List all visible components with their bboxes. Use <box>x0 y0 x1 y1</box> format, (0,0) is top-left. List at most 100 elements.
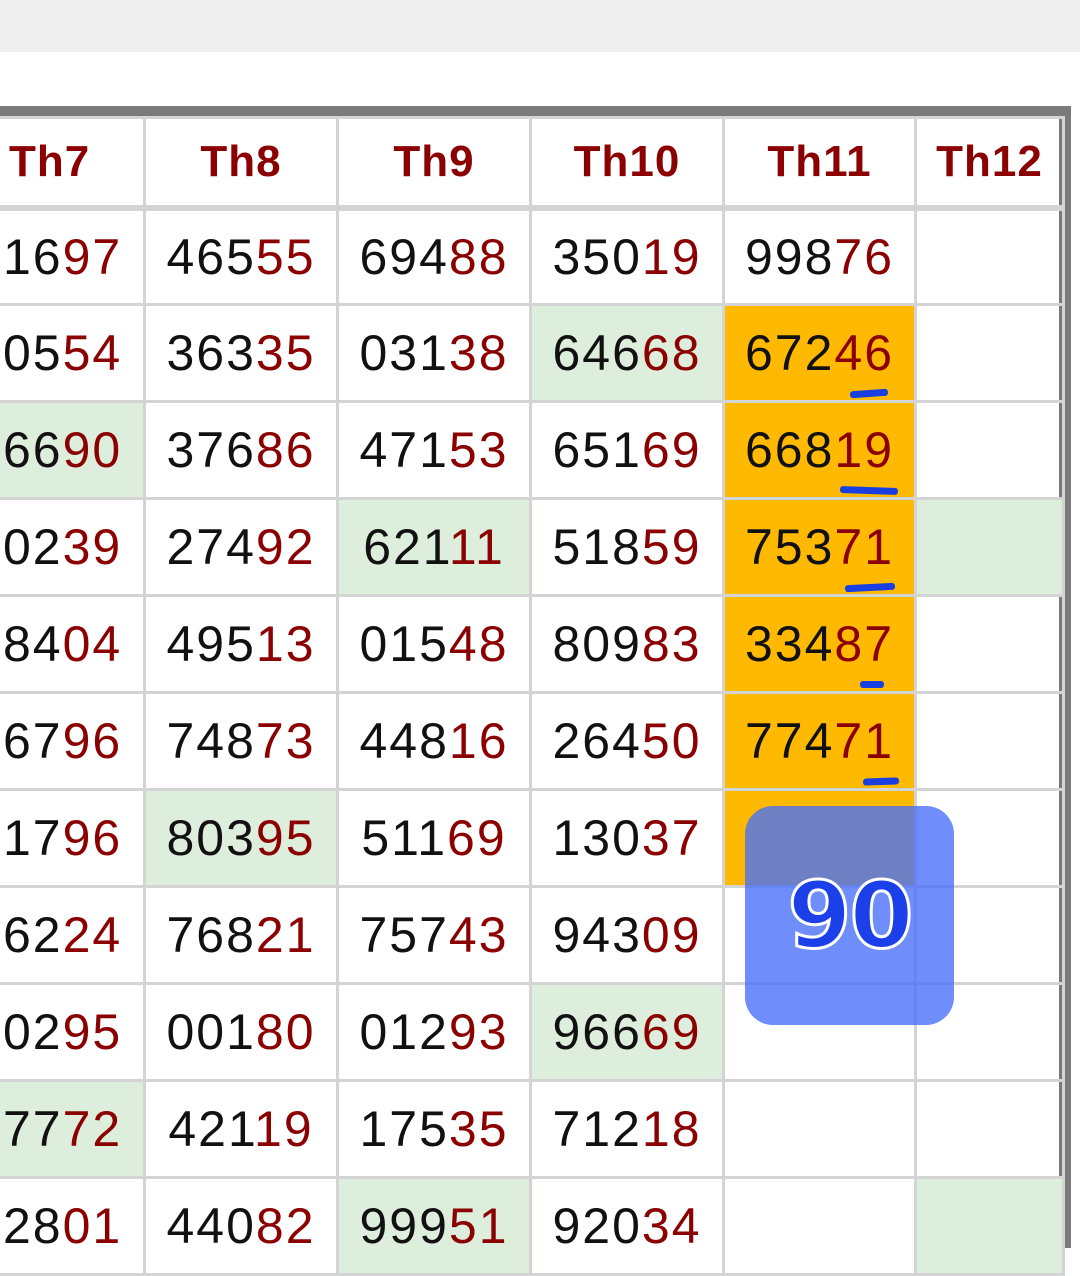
number-tail: 59 <box>641 519 702 575</box>
result-cell[interactable]: 71218 <box>529 1079 725 1179</box>
number-tail: 82 <box>255 1198 316 1254</box>
number-tail: 24 <box>62 907 123 963</box>
result-cell[interactable]: 67246 <box>722 303 917 403</box>
floating-number-badge[interactable]: 90 <box>745 806 954 1025</box>
result-cell[interactable]: 6796 <box>0 691 146 791</box>
number-head: 448 <box>359 713 449 769</box>
result-cell[interactable]: 75371 <box>722 497 917 597</box>
number-head: 376 <box>166 422 256 478</box>
result-cell[interactable]: 51169 <box>336 788 532 888</box>
result-cell[interactable]: 51859 <box>529 497 725 597</box>
result-cell[interactable]: 8404 <box>0 594 146 694</box>
result-cell[interactable]: 17535 <box>336 1079 532 1179</box>
number-tail: 11 <box>448 519 505 575</box>
result-cell[interactable]: 44816 <box>336 691 532 791</box>
number-head: 440 <box>166 1198 256 1254</box>
result-cell[interactable]: 99876 <box>722 206 917 306</box>
result-cell[interactable]: 0239 <box>0 497 146 597</box>
result-cell[interactable]: 33487 <box>722 594 917 694</box>
number-head: 495 <box>166 616 256 672</box>
result-cell[interactable]: 76821 <box>143 885 339 985</box>
table-row: 2801 44082 99951 92034 <box>0 1176 1065 1276</box>
result-cell[interactable]: 01293 <box>336 982 532 1082</box>
pen-underline-mark <box>860 681 884 688</box>
result-cell[interactable] <box>914 303 1065 403</box>
result-cell[interactable]: 46555 <box>143 206 339 306</box>
number-head: 465 <box>166 228 256 285</box>
result-cell[interactable]: 27492 <box>143 497 339 597</box>
number-tail: 53 <box>448 422 509 478</box>
pen-underline-mark <box>849 388 889 399</box>
column-header-th10[interactable]: Th10 <box>529 116 725 211</box>
number-tail: 13 <box>255 616 316 672</box>
result-cell[interactable]: 66819 <box>722 400 917 500</box>
number-head: 998 <box>744 228 835 285</box>
result-cell[interactable]: 80983 <box>529 594 725 694</box>
result-cell[interactable] <box>722 1079 917 1179</box>
column-header-th9[interactable]: Th9 <box>336 116 532 211</box>
number-head: 334 <box>744 616 835 672</box>
number-tail: 83 <box>641 616 702 672</box>
result-cell[interactable]: 03138 <box>336 303 532 403</box>
result-cell[interactable]: 0554 <box>0 303 146 403</box>
result-cell[interactable] <box>914 497 1065 597</box>
number-head: 175 <box>359 1101 449 1157</box>
result-cell[interactable] <box>914 1079 1065 1179</box>
result-cell[interactable]: 01548 <box>336 594 532 694</box>
number-head: 999 <box>359 1198 449 1254</box>
result-cell[interactable]: 94309 <box>529 885 725 985</box>
result-cell[interactable]: 99951 <box>336 1176 532 1276</box>
number-tail: 19 <box>834 422 895 478</box>
result-cell[interactable]: 0295 <box>0 982 146 1082</box>
result-cell[interactable]: 69488 <box>336 206 532 306</box>
number-head: 748 <box>166 713 256 769</box>
result-cell[interactable] <box>914 691 1065 791</box>
result-cell[interactable]: 26450 <box>529 691 725 791</box>
table-row: 6796 74873 44816 26450 77471 <box>0 691 1065 791</box>
result-cell[interactable]: 36335 <box>143 303 339 403</box>
lottery-results-table: Th7 Th8 Th9 Th10 Th11 Th12 1697 46555 69488 3501… <box>0 116 1065 1276</box>
result-cell[interactable]: 96669 <box>529 982 725 1082</box>
result-cell[interactable] <box>914 1176 1065 1276</box>
result-cell[interactable]: 80395 <box>143 788 339 888</box>
result-cell[interactable]: 44082 <box>143 1176 339 1276</box>
result-cell[interactable]: 64668 <box>529 303 725 403</box>
table-row: 8404 49513 01548 80983 33487 <box>0 594 1065 694</box>
column-header-th12[interactable]: Th12 <box>914 116 1065 211</box>
number-tail: 71 <box>834 519 895 575</box>
column-header-th11[interactable]: Th11 <box>722 116 917 211</box>
number-head: 28 <box>3 1198 63 1254</box>
number-tail: 96 <box>62 713 123 769</box>
result-cell[interactable] <box>914 206 1065 306</box>
number-tail: 43 <box>448 907 509 963</box>
result-cell[interactable]: 1796 <box>0 788 146 888</box>
result-cell[interactable]: 6224 <box>0 885 146 985</box>
result-cell[interactable]: 7772 <box>0 1079 146 1179</box>
result-cell[interactable]: 74873 <box>143 691 339 791</box>
result-cell[interactable] <box>914 400 1065 500</box>
number-head: 16 <box>3 228 63 285</box>
number-head: 621 <box>363 519 449 575</box>
result-cell[interactable]: 2801 <box>0 1176 146 1276</box>
result-cell[interactable]: 65169 <box>529 400 725 500</box>
column-header-th8[interactable]: Th8 <box>143 116 339 211</box>
result-cell[interactable]: 35019 <box>529 206 725 306</box>
result-cell[interactable]: 92034 <box>529 1176 725 1276</box>
table-row: 7772 42119 17535 71218 <box>0 1079 1065 1179</box>
result-cell[interactable]: 1697 <box>0 206 146 306</box>
number-head: 694 <box>359 228 449 285</box>
result-cell[interactable]: 13037 <box>529 788 725 888</box>
result-cell[interactable]: 6690 <box>0 400 146 500</box>
result-cell[interactable]: 77471 <box>722 691 917 791</box>
result-cell[interactable]: 42119 <box>143 1079 339 1179</box>
result-cell[interactable]: 37686 <box>143 400 339 500</box>
result-cell[interactable]: 47153 <box>336 400 532 500</box>
column-header-th7[interactable]: Th7 <box>0 116 146 211</box>
result-cell[interactable] <box>914 594 1065 694</box>
result-cell[interactable]: 00180 <box>143 982 339 1082</box>
number-tail: 73 <box>255 713 316 769</box>
result-cell[interactable] <box>722 1176 917 1276</box>
result-cell[interactable]: 49513 <box>143 594 339 694</box>
result-cell[interactable]: 62111 <box>336 497 532 597</box>
result-cell[interactable]: 75743 <box>336 885 532 985</box>
